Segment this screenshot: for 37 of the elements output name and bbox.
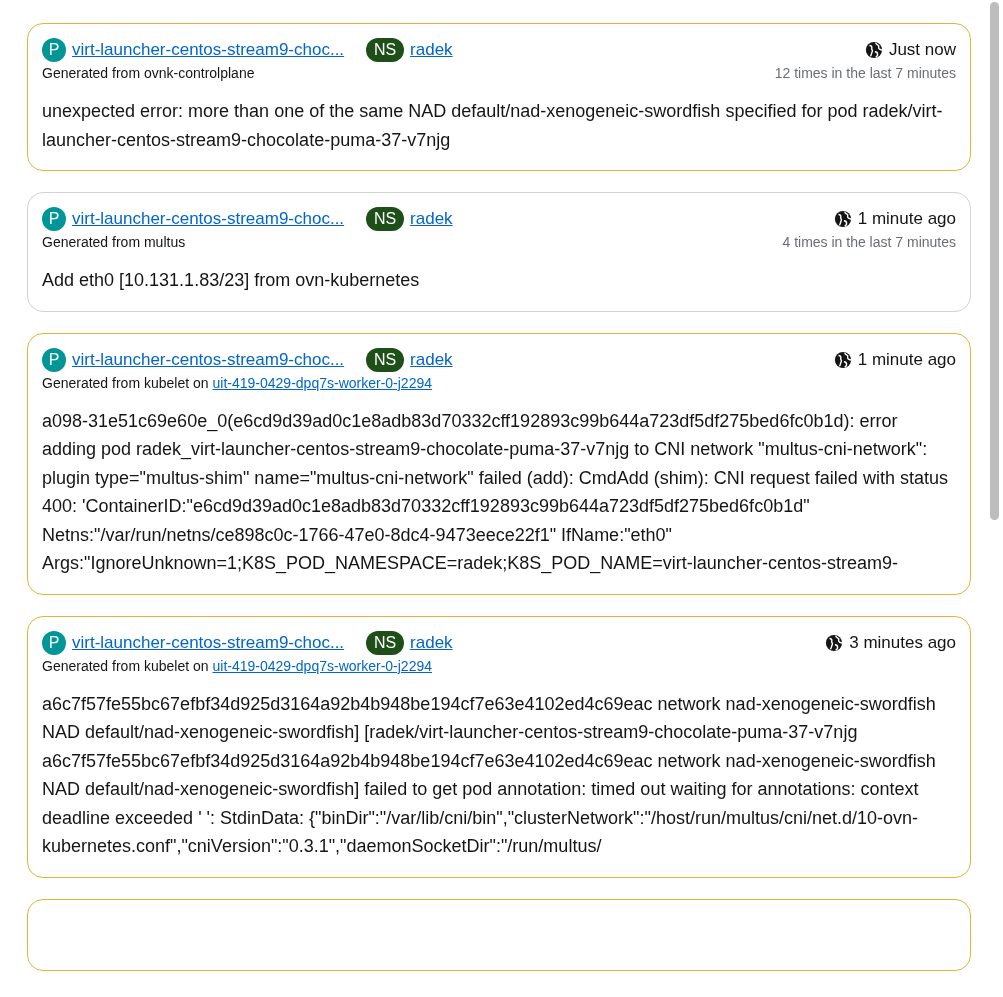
namespace-badge: NS	[366, 207, 405, 231]
namespace-badge: NS	[366, 38, 405, 62]
event-source: Generated from multus	[42, 234, 186, 250]
scrollbar-thumb[interactable]	[989, 2, 999, 520]
node-link[interactable]: uit-419-0429-dpq7s-worker-0-j2294	[212, 657, 432, 674]
event-message: unexpected error: more than one of the same NAD default/nad-xenogeneic-swordfish specified for pod radek/virt-launcher-centos-stream9-chocolate-puma-37-v7njg	[42, 100, 944, 152]
event-message: a6c7f57fe55bc67efbf34d925d3164a92b4b948be194cf7e63e4102ed4c69eac network nad-xenogeneic-swordfish NAD default/nad-xenogeneic-swordfish] [radek/virt-launcher-centos-stream9-chocolate-puma-37-v7njg a6c7f57fe55bc67efbf34d925d3164a92b4b948be194cf7e63e4102ed4c69eac network nad-xenogeneic-swordfish NAD default/nad-xenogeneic-swordfish] failed to get pod annotation: timed out waiting for annotations: context deadline exceeded ' ': StdinData: {"binDir":"/var/lib/cni/bin","clusterNetwork":"/host/run/multus/cni/net.d/10-ovn-kubernetes.conf","cniVersion":"0.3.1","daemonSocketDir":"/run/multus/	[42, 692, 937, 858]
namespace-link[interactable]: radek	[410, 209, 453, 229]
event-time: 3 minutes ago	[849, 632, 956, 653]
event-count: 4 times in the last 7 minutes	[782, 234, 956, 250]
event-source: Generated from kubelet on	[42, 657, 209, 674]
pod-badge: P	[42, 207, 66, 231]
event-message: a098-31e51c69e60e_0(e6cd9d39ad0c1e8adb83d70332cff192893c99b644a723df5df275bed6fc0b1d): error adding pod radek_virt-launcher-centos-stream9-chocolate-puma-37-v7njg to CNI network "multus-cni-network": plugin type="multus-shim" name="multus-cni-network" failed (add): CmdAdd (shim): CNI request failed with status 400: 'ContainerID:"e6cd9d39ad0c1e8adb83d70332cff192893c99b644a723df5df275bed6fc0b1d" Netns:"/var/run/netns/ce898c0c-1766-47e0-8dc4-9473eece22f1" IfName:"eth0" Args:"IgnoreUnknown=1;K8S_POD_NAMESPACE=radek;K8S_POD_NAME=virt-launcher-centos-stream9-	[42, 409, 949, 576]
globe-icon	[864, 41, 883, 59]
event-message: Add eth0 [10.131.1.83/23] from ovn-kubernetes	[42, 269, 421, 292]
pod-link[interactable]: virt-launcher-centos-stream9-choc...	[72, 40, 345, 60]
namespace-badge: NS	[366, 347, 405, 372]
namespace-link[interactable]: radek	[410, 632, 453, 653]
globe-icon	[833, 350, 852, 369]
globe-icon	[833, 210, 852, 228]
node-link[interactable]: uit-419-0429-dpq7s-worker-0-j2294	[212, 374, 432, 391]
event-source: Generated from ovnk-controlplane	[42, 65, 255, 81]
namespace-badge: NS	[366, 630, 405, 655]
pod-link[interactable]: virt-launcher-centos-stream9-choc...	[72, 349, 345, 370]
event-source: Generated from kubelet on	[42, 374, 209, 391]
pod-link[interactable]: virt-launcher-centos-stream9-choc...	[72, 209, 345, 229]
pod-badge: P	[42, 347, 66, 372]
pod-badge: P	[42, 38, 66, 62]
pod-link[interactable]: virt-launcher-centos-stream9-choc...	[72, 632, 345, 653]
pod-badge: P	[42, 630, 66, 655]
event-time: 1 minute ago	[857, 209, 956, 229]
namespace-link[interactable]: radek	[410, 40, 453, 60]
globe-icon	[825, 633, 844, 652]
event-time: Just now	[888, 40, 956, 60]
namespace-link[interactable]: radek	[410, 349, 453, 370]
event-count: 12 times in the last 7 minutes	[774, 65, 956, 81]
event-time: 1 minute ago	[857, 349, 956, 370]
